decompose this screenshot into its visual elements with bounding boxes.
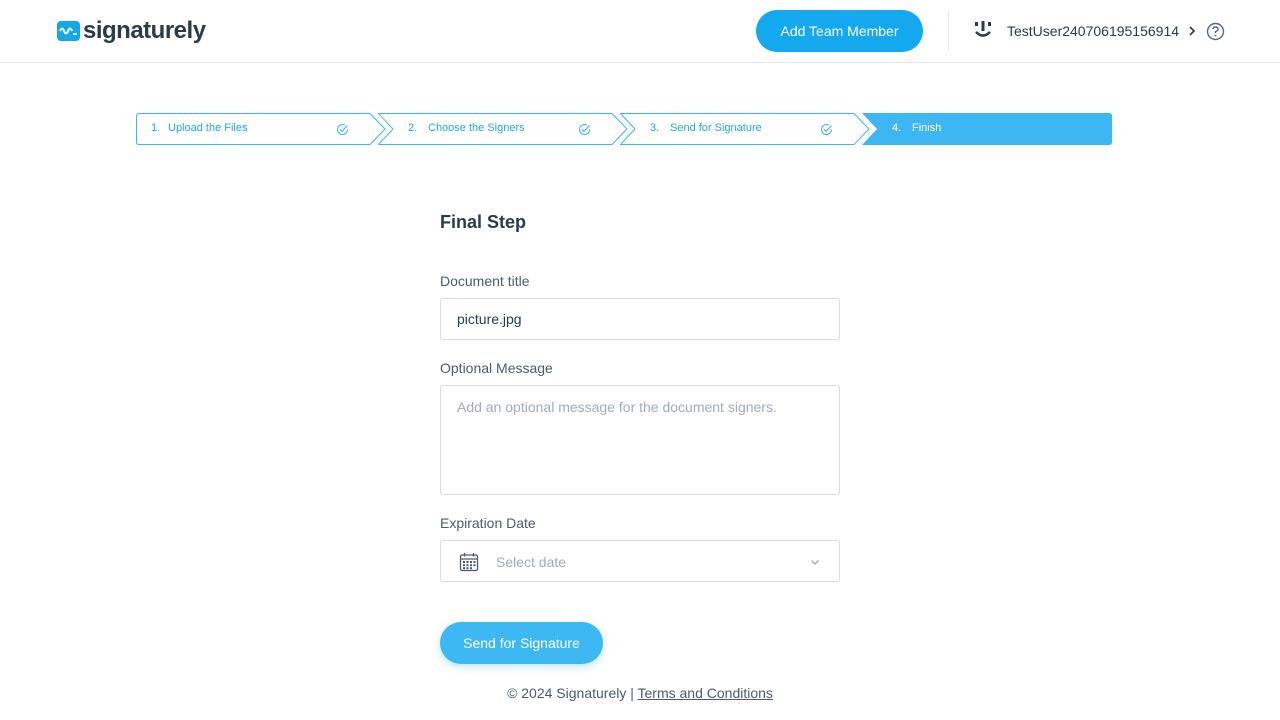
check-circle-icon	[337, 124, 349, 136]
step-finish: 4. Finish	[862, 113, 1112, 145]
optional-message-textarea[interactable]	[440, 385, 840, 495]
chevron-down-icon	[811, 560, 819, 565]
copyright-text: © 2024 Signaturely |	[507, 685, 634, 701]
check-circle-icon	[579, 124, 591, 136]
step-choose-signers: 2. Choose the Signers	[378, 113, 628, 145]
step-number: 4.	[892, 122, 902, 134]
expiration-date-select[interactable]: Select date	[440, 540, 840, 582]
terms-and-conditions-link[interactable]: Terms and Conditions	[638, 685, 773, 701]
logo-text: signaturely	[83, 17, 206, 44]
step-send-for-signature: 3. Send for Signature	[620, 113, 870, 145]
logo-icon	[57, 21, 80, 41]
expiration-date-label: Expiration Date	[440, 515, 536, 531]
step-upload-files: 1. Upload the Files	[136, 113, 386, 145]
chevron-right-icon[interactable]	[1186, 24, 1198, 38]
help-icon[interactable]	[1206, 22, 1225, 41]
step-label: Upload the Files	[168, 122, 248, 134]
calendar-icon	[459, 553, 479, 572]
top-header: signaturely Add Team Member TestUser2407…	[0, 0, 1280, 63]
send-for-signature-button[interactable]: Send for Signature	[440, 622, 603, 664]
check-circle-icon	[821, 124, 833, 136]
step-number: 3.	[650, 122, 660, 134]
document-title-label: Document title	[440, 273, 530, 289]
step-label: Finish	[912, 122, 942, 134]
user-name[interactable]: TestUser240706195156914	[1007, 22, 1179, 40]
footer: © 2024 Signaturely | Terms and Condition…	[0, 684, 1280, 702]
step-label: Send for Signature	[670, 122, 762, 134]
header-divider	[948, 11, 949, 51]
add-team-member-button[interactable]: Add Team Member	[756, 10, 923, 52]
steps-progress: 1. Upload the Files 2. Choose the Signer…	[136, 113, 1112, 145]
signaturely-logo[interactable]: signaturely	[57, 18, 206, 44]
document-title-input[interactable]	[440, 298, 840, 340]
user-avatar-icon[interactable]	[973, 20, 993, 40]
step-label: Choose the Signers	[428, 122, 525, 134]
step-number: 1.	[151, 122, 161, 134]
optional-message-label: Optional Message	[440, 360, 553, 376]
step-number: 2.	[408, 122, 418, 134]
date-placeholder: Select date	[496, 554, 567, 570]
page-title: Final Step	[440, 212, 527, 232]
